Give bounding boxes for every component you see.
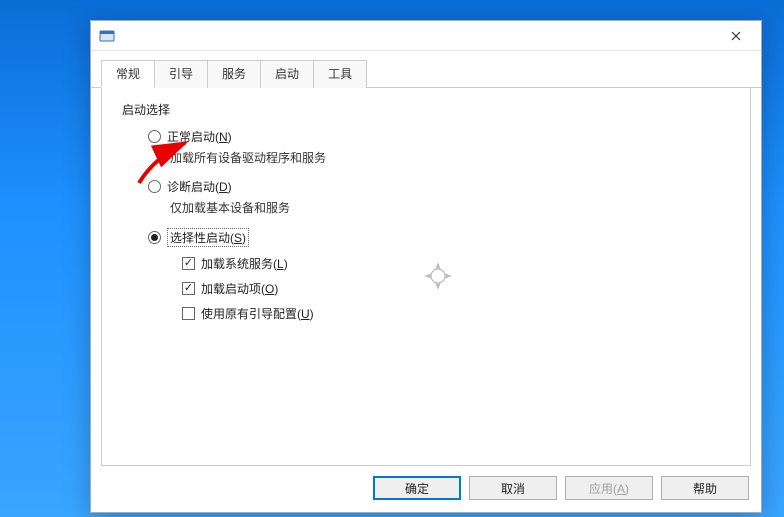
cancel-button[interactable]: 取消 <box>469 476 557 500</box>
radio-description: 仅加载基本设备和服务 <box>170 199 730 216</box>
tab-startup[interactable]: 启动 <box>260 60 314 88</box>
radio-icon <box>148 180 161 193</box>
checkbox-icon <box>182 282 195 295</box>
ok-button[interactable]: 确定 <box>373 476 461 500</box>
checkbox-icon <box>182 307 195 320</box>
radio-diagnostic-startup[interactable]: 诊断启动(D) <box>148 178 730 195</box>
checkbox-load-system-services[interactable]: 加载系统服务(L) <box>182 255 730 272</box>
tab-label: 工具 <box>328 67 352 81</box>
desktop-background: 常规 引导 服务 启动 工具 启动选择 正常启动(N) 加载所有设备驱动程序和服… <box>0 0 784 517</box>
tab-general[interactable]: 常规 <box>101 60 155 88</box>
tab-label: 引导 <box>169 67 193 81</box>
titlebar <box>91 21 761 51</box>
radio-description: 加载所有设备驱动程序和服务 <box>170 149 730 166</box>
radio-label: 选择性启动(S) <box>167 228 249 247</box>
checkbox-label: 加载启动项(O) <box>201 280 278 297</box>
tab-strip: 常规 引导 服务 启动 工具 <box>91 59 761 88</box>
tab-label: 启动 <box>275 67 299 81</box>
group-title: 启动选择 <box>122 101 730 118</box>
tab-label: 常规 <box>116 67 140 81</box>
compass-icon <box>424 262 452 290</box>
checkbox-load-startup-items[interactable]: 加载启动项(O) <box>182 280 730 297</box>
radio-icon <box>148 231 161 244</box>
tab-services[interactable]: 服务 <box>207 60 261 88</box>
checkbox-use-original-boot-config[interactable]: 使用原有引导配置(U) <box>182 305 730 322</box>
app-icon <box>99 28 115 44</box>
dialog-button-row: 确定 取消 应用(A) 帮助 <box>91 466 761 512</box>
msconfig-window: 常规 引导 服务 启动 工具 启动选择 正常启动(N) 加载所有设备驱动程序和服… <box>90 20 762 513</box>
checkbox-label: 使用原有引导配置(U) <box>201 305 314 322</box>
radio-selective-startup[interactable]: 选择性启动(S) <box>148 228 730 247</box>
tab-panel-general: 启动选择 正常启动(N) 加载所有设备驱动程序和服务 诊断启动(D) 仅加载基本… <box>101 87 751 466</box>
close-button[interactable] <box>713 21 759 51</box>
help-button[interactable]: 帮助 <box>661 476 749 500</box>
checkbox-icon <box>182 257 195 270</box>
apply-button: 应用(A) <box>565 476 653 500</box>
radio-icon <box>148 130 161 143</box>
tab-boot[interactable]: 引导 <box>154 60 208 88</box>
radio-label: 正常启动(N) <box>167 128 232 145</box>
checkbox-label: 加载系统服务(L) <box>201 255 288 272</box>
radio-label: 诊断启动(D) <box>167 178 232 195</box>
tab-label: 服务 <box>222 67 246 81</box>
tab-tools[interactable]: 工具 <box>313 60 367 88</box>
radio-normal-startup[interactable]: 正常启动(N) <box>148 128 730 145</box>
